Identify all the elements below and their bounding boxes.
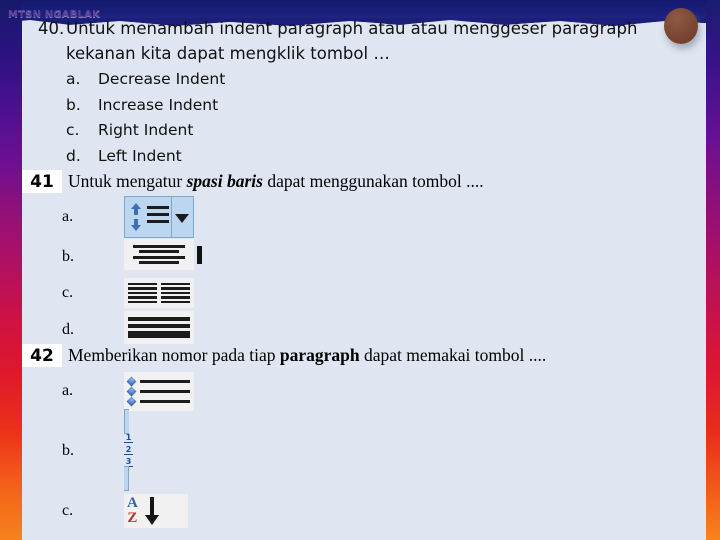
list-digit: 1 bbox=[124, 433, 133, 443]
number-row: 2 bbox=[124, 446, 138, 455]
question-41-option-a[interactable]: a. bbox=[22, 195, 712, 239]
sort-az-icon[interactable]: A Z bbox=[124, 494, 188, 528]
option-label: b. bbox=[62, 248, 74, 265]
option-icon-wrap bbox=[124, 277, 194, 309]
letter-z: Z bbox=[127, 510, 138, 526]
az-letters: A Z bbox=[127, 496, 138, 526]
option-label: d. bbox=[66, 146, 81, 165]
question-42-options: a. b. 1 2 3 c. A Z bbox=[22, 369, 712, 540]
option-label: c. bbox=[66, 121, 80, 139]
option-icon-wrap bbox=[124, 239, 202, 275]
question-42-option-d[interactable]: d. AutoShapes bbox=[22, 534, 712, 540]
question-40-options: a. Decrease Indent b. Increase Indent c.… bbox=[66, 67, 688, 169]
stem-emphasis: paragraph bbox=[279, 345, 360, 365]
two-column-icon[interactable] bbox=[124, 277, 194, 309]
line-spacing-icon bbox=[125, 197, 172, 237]
align-center-icon[interactable] bbox=[124, 239, 194, 270]
question-42-option-c[interactable]: c. A Z bbox=[22, 488, 712, 534]
question-41-option-b[interactable]: b. bbox=[22, 239, 712, 275]
question-40-option-a[interactable]: a. Decrease Indent bbox=[66, 67, 688, 93]
question-42-option-a[interactable]: a. bbox=[22, 369, 712, 413]
lines-glyph bbox=[147, 205, 169, 223]
watermark-label: MTSN NGABLAK bbox=[8, 9, 101, 20]
option-label: b. bbox=[62, 441, 74, 459]
question-41-number: 41 bbox=[22, 170, 62, 193]
bullet-row bbox=[126, 376, 190, 386]
question-41: 41 Untuk mengatur spasi baris dapat meng… bbox=[22, 170, 712, 349]
question-42-number: 42 bbox=[22, 344, 62, 367]
list-digit: 2 bbox=[124, 445, 133, 455]
text-lines-glyph bbox=[146, 203, 170, 232]
bullet-list-icon[interactable] bbox=[124, 371, 194, 411]
line-spacing-dropdown-icon[interactable] bbox=[124, 196, 194, 238]
slide-canvas: MTSN NGABLAK 40. Untuk menambah indent p… bbox=[0, 0, 720, 540]
question-42-option-b[interactable]: b. 1 2 3 bbox=[22, 409, 712, 491]
question-40-stem-text1: Untuk menambah indent paragraph atau ata… bbox=[66, 19, 638, 38]
question-41-stem: Untuk mengatur spasi baris dapat menggun… bbox=[62, 170, 712, 192]
question-41-options: a. b. c. d. bbox=[22, 195, 712, 349]
column-right bbox=[161, 281, 190, 306]
dropdown-caret-icon[interactable] bbox=[172, 212, 192, 223]
question-40-stem-line2: kekanan kita dapat mengklik tombol … bbox=[66, 44, 390, 63]
question-41-header: 41 Untuk mengatur spasi baris dapat meng… bbox=[22, 170, 712, 193]
numbered-list-icon[interactable]: 1 2 3 bbox=[124, 409, 138, 491]
question-40-option-c[interactable]: c. Right Indent bbox=[66, 118, 688, 144]
list-digit: 3 bbox=[124, 457, 133, 467]
option-label: d. bbox=[62, 321, 74, 338]
option-label: b. bbox=[66, 95, 81, 114]
question-40: 40. Untuk menambah indent paragraph atau… bbox=[38, 16, 688, 169]
letter-a: A bbox=[127, 495, 138, 511]
thick-bars-icon[interactable] bbox=[124, 311, 194, 344]
stem-pre: Untuk mengatur bbox=[68, 171, 187, 191]
slide-content: 40. Untuk menambah indent paragraph atau… bbox=[0, 0, 720, 540]
option-icon-wrap: A Z bbox=[124, 494, 188, 528]
question-42-header: 42 Memberikan nomor pada tiap paragraph … bbox=[22, 344, 712, 367]
question-40-stem-line1: 40. Untuk menambah indent paragraph atau… bbox=[38, 16, 688, 41]
option-icon-wrap: 1 2 3 bbox=[124, 409, 138, 491]
question-42-stem: Memberikan nomor pada tiap paragraph dap… bbox=[62, 344, 712, 366]
option-label: a. bbox=[62, 382, 74, 399]
up-down-arrows-icon bbox=[128, 202, 144, 232]
text-cursor-icon bbox=[197, 245, 202, 264]
option-text: Right Indent bbox=[98, 121, 194, 139]
stem-post: dapat memakai tombol .... bbox=[359, 345, 547, 365]
question-40-option-d[interactable]: d. Left Indent bbox=[66, 144, 688, 170]
option-text: Increase Indent bbox=[98, 95, 219, 114]
down-arrow-icon bbox=[144, 496, 159, 526]
option-text: Left Indent bbox=[98, 146, 182, 165]
option-icon-wrap bbox=[124, 196, 194, 238]
option-label: a. bbox=[66, 70, 81, 88]
bullet-dot-icon bbox=[126, 376, 137, 386]
stem-post: dapat menggunakan tombol .... bbox=[262, 171, 484, 191]
option-label: c. bbox=[62, 502, 74, 519]
stem-emphasis: spasi baris bbox=[186, 171, 263, 191]
bullet-row bbox=[126, 386, 190, 396]
option-label: c. bbox=[62, 284, 74, 301]
up-down-arrow-glyph bbox=[131, 203, 141, 231]
option-icon-wrap bbox=[124, 371, 194, 411]
question-40-option-b[interactable]: b. Increase Indent bbox=[66, 93, 688, 119]
question-41-option-c[interactable]: c. bbox=[22, 275, 712, 311]
number-row: 3 bbox=[124, 458, 138, 467]
number-row: 1 bbox=[124, 434, 138, 443]
option-text: Decrease Indent bbox=[98, 70, 226, 88]
stem-pre: Memberikan nomor pada tiap bbox=[68, 345, 280, 365]
bullet-dot-icon bbox=[126, 396, 137, 406]
option-label: a. bbox=[62, 208, 74, 225]
bullet-row bbox=[126, 396, 190, 406]
question-42: 42 Memberikan nomor pada tiap paragraph … bbox=[22, 344, 712, 540]
column-left bbox=[128, 281, 157, 306]
bullet-dot-icon bbox=[126, 386, 137, 396]
